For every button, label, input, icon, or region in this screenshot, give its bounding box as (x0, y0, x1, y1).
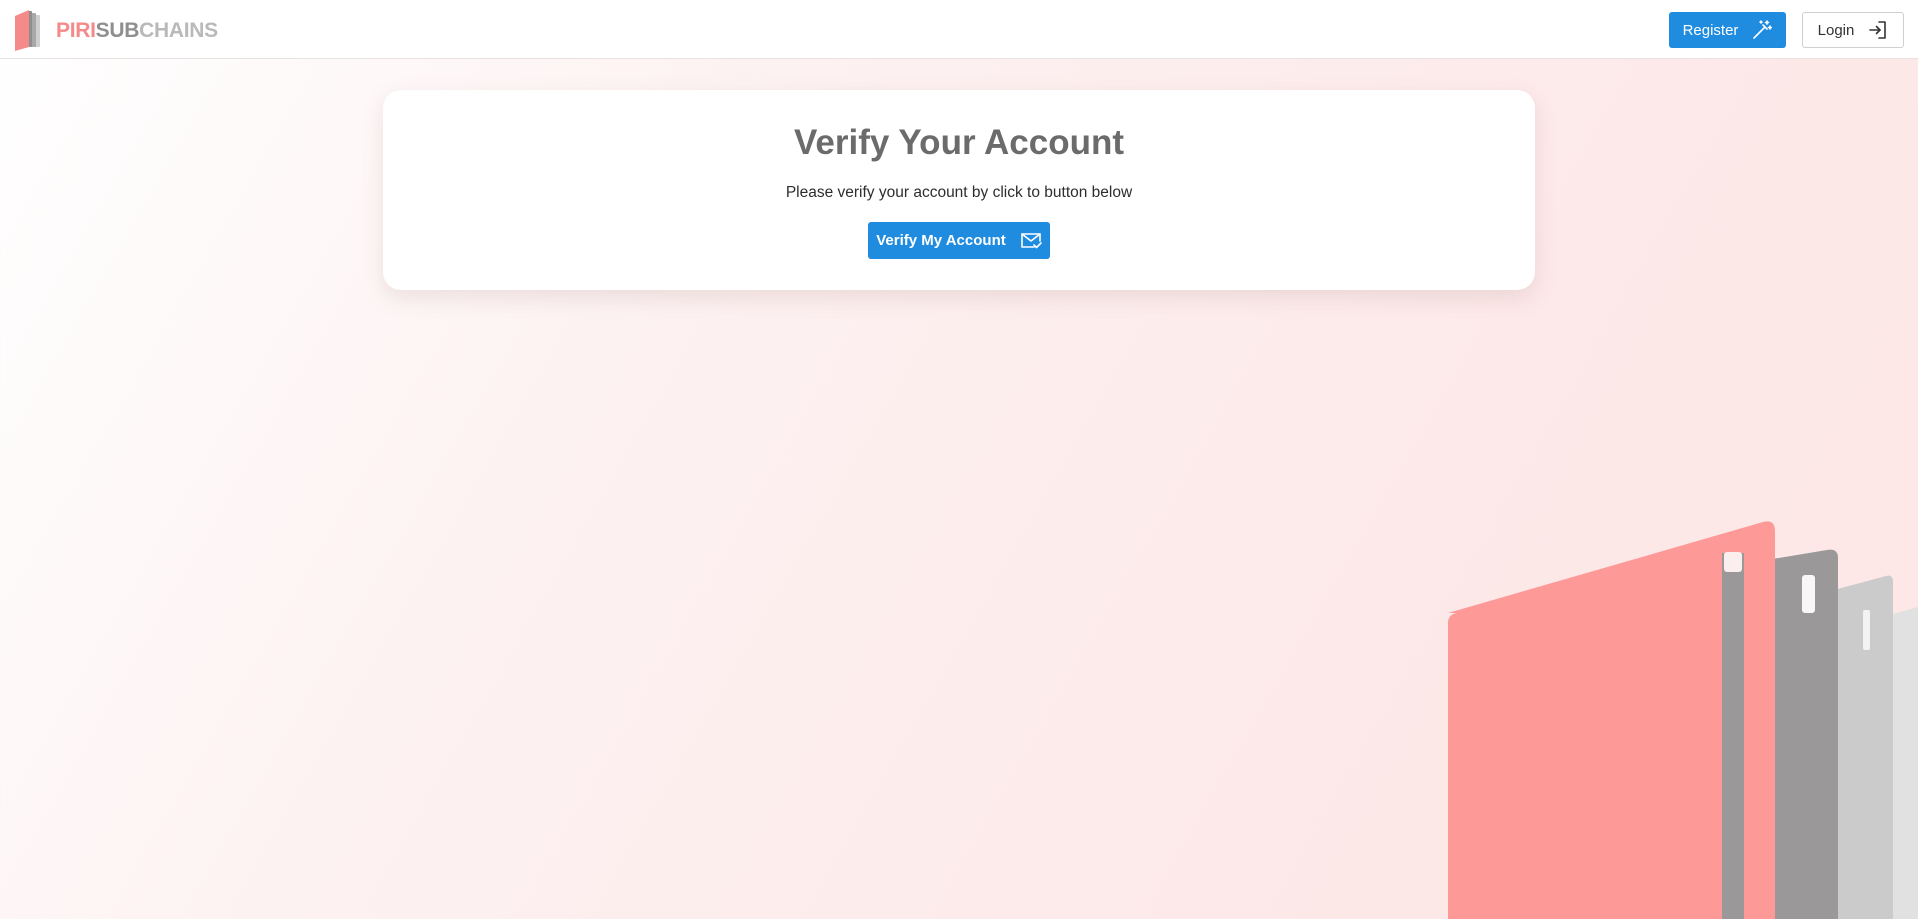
brand-name-piri: PIRI (56, 18, 96, 42)
brand-name-chains: CHAINS (139, 18, 218, 42)
sign-in-icon (1868, 20, 1888, 40)
login-button-label: Login (1817, 21, 1855, 39)
login-button[interactable]: Login (1802, 12, 1904, 48)
book-stack-logo-icon (14, 9, 48, 51)
verify-button-label: Verify My Account (876, 232, 1006, 249)
brand-name: PIRISUBCHAINS (56, 20, 218, 41)
book-stack-illustration (1440, 515, 1918, 919)
magic-wand-icon (1752, 20, 1773, 40)
verify-account-card: Verify Your Account Please verify your a… (383, 90, 1535, 290)
register-button[interactable]: Register (1669, 12, 1786, 48)
brand-name-sub: SUB (95, 18, 140, 42)
brand-home-link[interactable]: PIRISUBCHAINS (14, 9, 218, 51)
top-navbar: PIRISUBCHAINS Register Login (0, 0, 1918, 59)
page-title: Verify Your Account (794, 123, 1124, 162)
register-button-label: Register (1682, 21, 1739, 39)
verify-instructions: Please verify your account by click to b… (785, 184, 1133, 201)
envelope-check-icon (1020, 232, 1042, 250)
verify-my-account-button[interactable]: Verify My Account (868, 222, 1050, 259)
